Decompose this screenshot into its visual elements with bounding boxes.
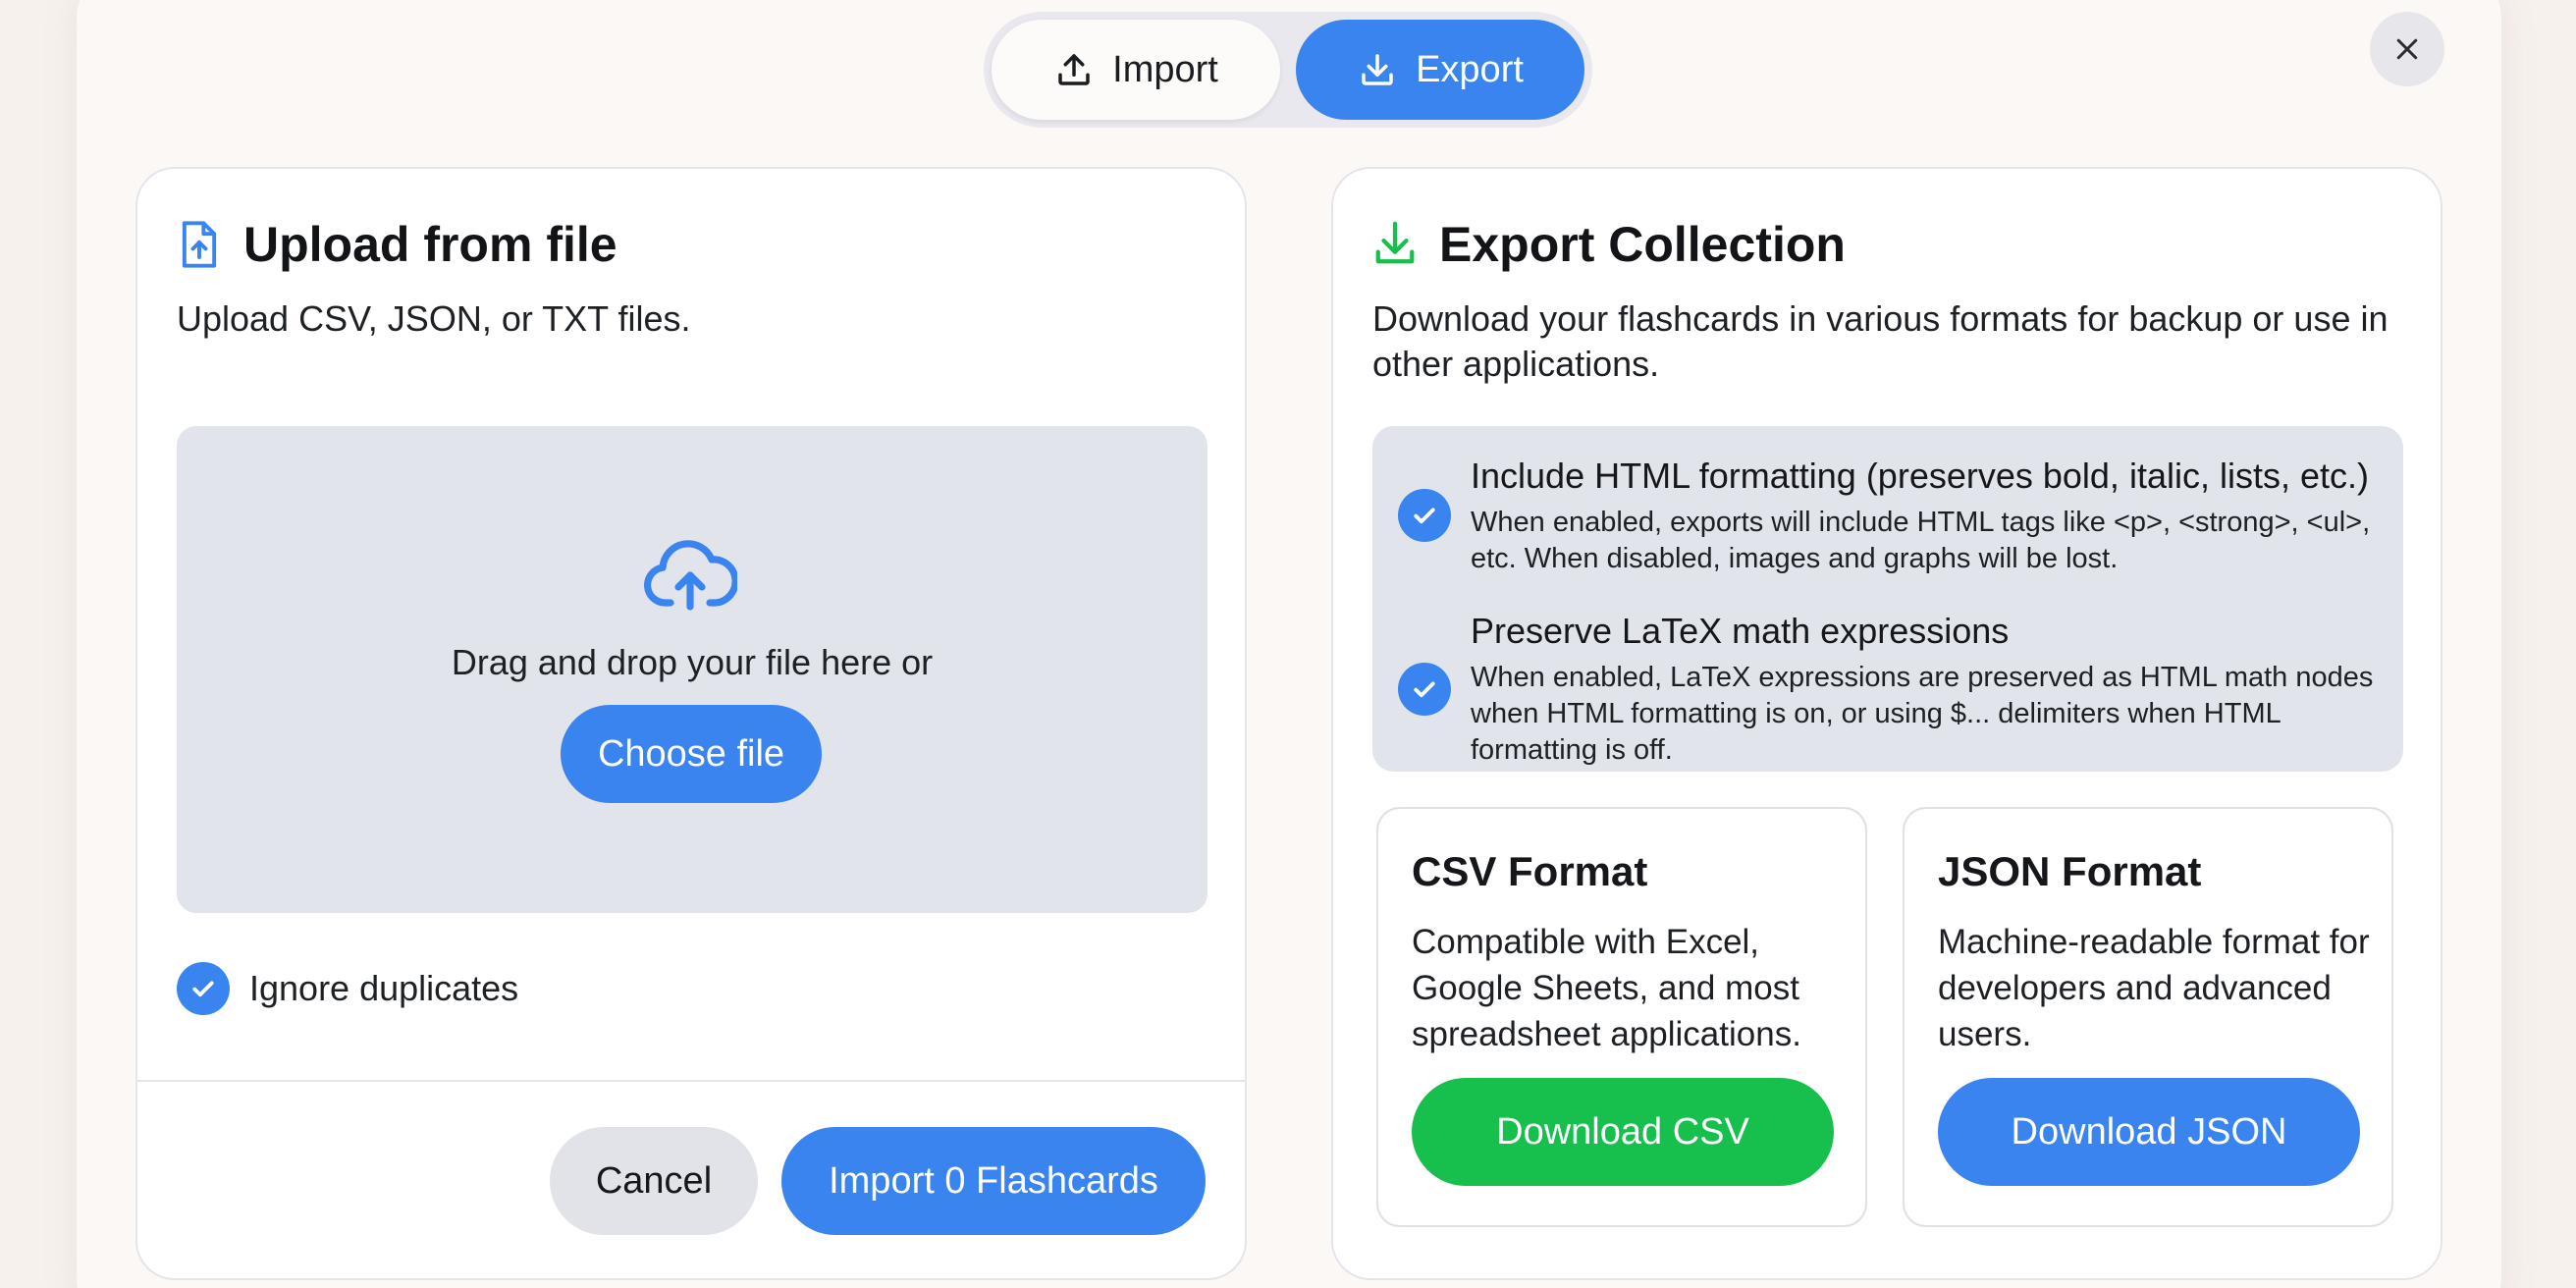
import-card-title: Upload from file: [243, 217, 617, 272]
download-csv-button[interactable]: Download CSV: [1412, 1078, 1834, 1186]
csv-format-title: CSV Format: [1412, 848, 1648, 894]
export-card-title: Export Collection: [1439, 217, 1846, 272]
csv-format-card: CSV Format Compatible with Excel, Google…: [1376, 807, 1867, 1227]
ignore-duplicates-checkbox[interactable]: [177, 962, 230, 1015]
upload-icon: [1058, 54, 1090, 85]
import-card-description: Upload CSV, JSON, or TXT files.: [177, 298, 691, 339]
import-export-tab-switcher: Import Export: [984, 12, 1592, 128]
import-card-divider: [137, 1080, 1245, 1082]
import-flashcards-button[interactable]: Import 0 Flashcards: [781, 1127, 1206, 1235]
include-html-checkbox[interactable]: [1398, 489, 1451, 542]
check-icon: [192, 981, 214, 997]
choose-file-button[interactable]: Choose file: [561, 705, 822, 803]
download-icon: [1375, 221, 1415, 264]
preserve-latex-title: Preserve LaTeX math expressions: [1471, 611, 2010, 651]
file-dropzone[interactable]: Drag and drop your file here or Choose f…: [177, 426, 1208, 913]
export-card-description: Download your flashcards in various form…: [1372, 298, 2388, 384]
close-icon: [2396, 38, 2418, 60]
tab-import-label: Import: [1112, 48, 1218, 90]
export-options-panel: Include HTML formatting (preserves bold,…: [1372, 426, 2403, 772]
export-card: Export Collection Download your flashcar…: [1331, 167, 2442, 1280]
preserve-latex-subtitle: When enabled, LaTeX expressions are pres…: [1471, 662, 2374, 766]
tab-import[interactable]: Import: [992, 20, 1280, 120]
include-html-subtitle: When enabled, exports will include HTML …: [1471, 507, 2371, 574]
csv-format-description: Compatible with Excel, Google Sheets, an…: [1412, 923, 1801, 1053]
import-card-header: Upload from file: [177, 216, 617, 273]
preserve-latex-checkbox[interactable]: [1398, 662, 1451, 716]
option-preserve-latex: Preserve LaTeX math expressions When ena…: [1398, 609, 2393, 769]
include-html-title: Include HTML formatting (preserves bold,…: [1471, 456, 2369, 496]
option-include-html-text: Include HTML formatting (preserves bold,…: [1471, 454, 2393, 577]
check-icon: [1414, 508, 1435, 524]
check-icon: [1414, 681, 1435, 697]
file-upload-icon: [182, 221, 217, 268]
close-button[interactable]: [2370, 12, 2444, 86]
download-icon: [1362, 54, 1393, 85]
export-card-header: Export Collection: [1372, 216, 1846, 273]
option-preserve-latex-text: Preserve LaTeX math expressions When ena…: [1471, 609, 2393, 769]
ignore-duplicates-label: Ignore duplicates: [249, 968, 519, 1008]
download-json-button[interactable]: Download JSON: [1938, 1078, 2360, 1186]
ignore-duplicates-row: Ignore duplicates: [177, 962, 518, 1015]
cloud-upload-icon: [644, 540, 737, 611]
option-include-html: Include HTML formatting (preserves bold,…: [1398, 454, 2393, 577]
tab-export[interactable]: Export: [1296, 20, 1584, 120]
json-format-card: JSON Format Machine-readable format for …: [1903, 807, 2393, 1227]
json-format-description: Machine-readable format for developers a…: [1938, 923, 2370, 1053]
cancel-button[interactable]: Cancel: [550, 1127, 758, 1235]
tab-export-label: Export: [1416, 48, 1524, 90]
import-card: Upload from file Upload CSV, JSON, or TX…: [135, 167, 1247, 1280]
json-format-title: JSON Format: [1938, 848, 2202, 894]
dropzone-text: Drag and drop your file here or: [451, 642, 934, 682]
